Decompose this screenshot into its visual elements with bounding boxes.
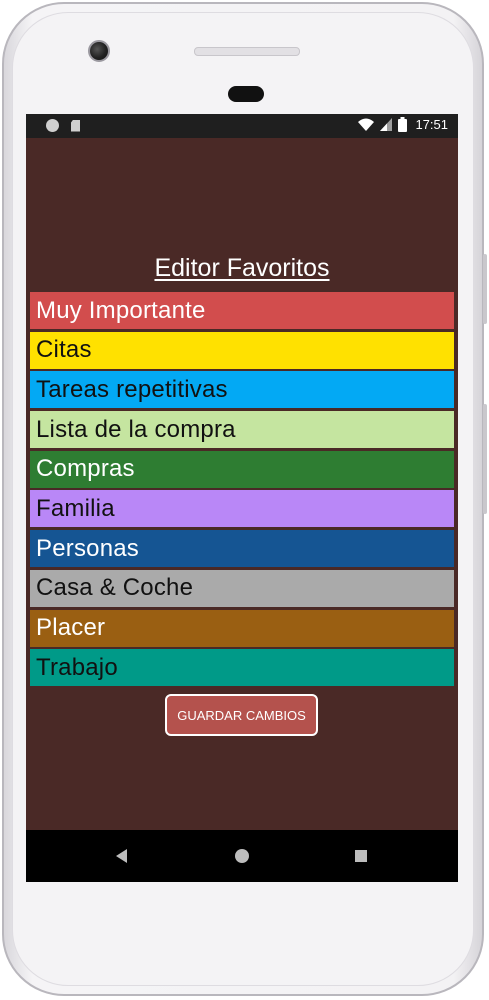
favorite-item-0[interactable]: Muy Importante: [30, 292, 454, 329]
home-icon[interactable]: [235, 849, 249, 863]
notification-dot-icon: [46, 119, 59, 132]
favorite-item-label: Placer: [36, 614, 106, 641]
wifi-icon: [358, 118, 375, 131]
favorite-item-1[interactable]: Citas: [30, 331, 454, 369]
favorite-item-2[interactable]: Tareas repetitivas: [30, 371, 454, 409]
status-right-icons: 17:51: [358, 117, 448, 132]
recent-apps-icon[interactable]: [355, 850, 367, 862]
favorite-item-label: Muy Importante: [36, 296, 206, 324]
favorite-item-label: Personas: [36, 534, 139, 562]
proximity-sensor: [228, 86, 264, 102]
favorite-item-8[interactable]: Placer: [30, 609, 454, 647]
favorite-item-5[interactable]: Familia: [30, 490, 454, 528]
save-changes-button[interactable]: GUARDAR CAMBIOS: [165, 694, 318, 736]
front-camera-icon: [88, 40, 110, 62]
favorite-item-label: Compras: [36, 455, 135, 483]
favorite-item-label: Familia: [36, 494, 115, 522]
favorite-item-6[interactable]: Personas: [30, 530, 454, 568]
back-icon[interactable]: [116, 849, 127, 863]
status-time: 17:51: [415, 117, 448, 132]
status-bar: 17:51: [26, 114, 458, 138]
sd-card-icon: [71, 119, 80, 132]
power-button: [483, 254, 487, 324]
page-title: Editor Favoritos: [154, 254, 330, 282]
earpiece-speaker: [194, 47, 300, 56]
navigation-bar: [26, 830, 458, 882]
favorite-item-7[interactable]: Casa & Coche: [30, 569, 454, 607]
favorite-item-9[interactable]: Trabajo: [30, 649, 454, 687]
status-left-icons: [46, 119, 80, 132]
favorite-item-label: Trabajo: [36, 653, 118, 681]
app-screen: 17:51 Editor Favoritos Muy Importante Cit…: [26, 114, 458, 882]
signal-icon: [380, 118, 393, 131]
favorite-item-label: Citas: [36, 336, 92, 364]
favorite-item-label: Tareas repetitivas: [36, 375, 228, 403]
favorite-item-label: Lista de la compra: [36, 415, 236, 443]
favorite-item-3[interactable]: Lista de la compra: [30, 411, 454, 449]
volume-button: [483, 404, 487, 514]
favorite-item-4[interactable]: Compras: [30, 450, 454, 488]
favorites-list: Muy Importante Citas Tareas repetitivas Lis…: [30, 292, 454, 689]
battery-icon: [398, 117, 408, 132]
favorite-item-label: Casa & Coche: [36, 574, 194, 602]
